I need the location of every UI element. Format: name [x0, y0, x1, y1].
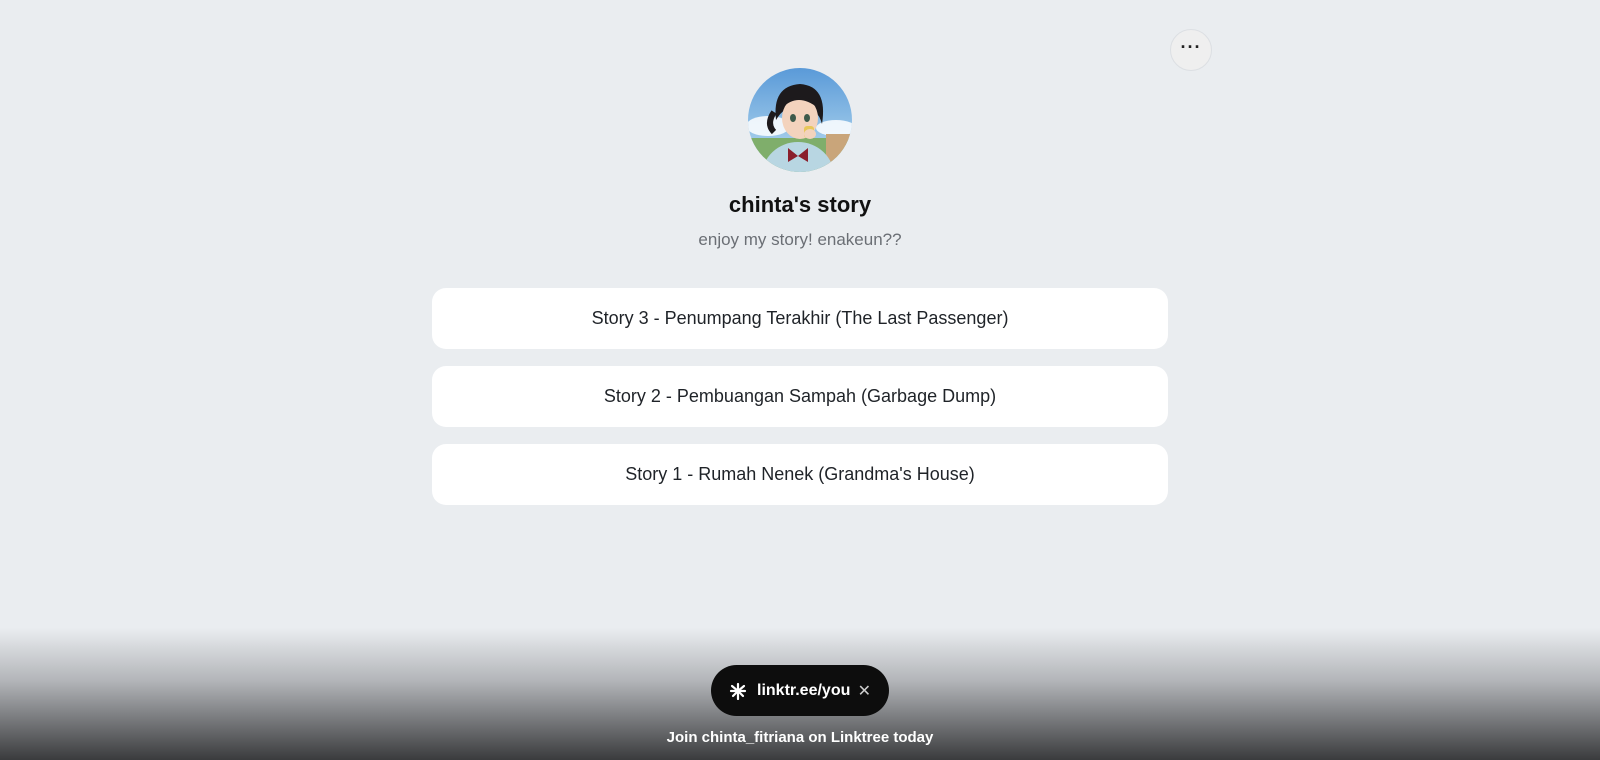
link-button-story-3[interactable]: Story 3 - Penumpang Terakhir (The Last P… [432, 288, 1168, 349]
links-list: Story 3 - Penumpang Terakhir (The Last P… [432, 288, 1168, 522]
link-button-story-1[interactable]: Story 1 - Rumah Nenek (Grandma's House) [432, 444, 1168, 505]
close-icon[interactable]: ✕ [858, 681, 871, 701]
more-options-button[interactable]: ··· [1170, 29, 1212, 71]
linktree-promo-pill[interactable]: linktr.ee/you ✕ [711, 665, 889, 716]
link-button-story-2[interactable]: Story 2 - Pembuangan Sampah (Garbage Dum… [432, 366, 1168, 427]
avatar [748, 68, 852, 172]
avatar-image [748, 68, 852, 172]
profile-name: chinta's story [728, 192, 872, 217]
linktree-logo-icon [729, 682, 747, 700]
more-dots-icon: ··· [1180, 37, 1202, 57]
join-linktree-text[interactable]: Join chinta_fitriana on Linktree today [0, 729, 1600, 746]
profile-page: ··· chinta's story enjoy my story! enake… [0, 0, 1600, 760]
profile-bio: enjoy my story! enakeun?? [698, 230, 902, 249]
linktree-url-label: linktr.ee/you [757, 681, 851, 699]
